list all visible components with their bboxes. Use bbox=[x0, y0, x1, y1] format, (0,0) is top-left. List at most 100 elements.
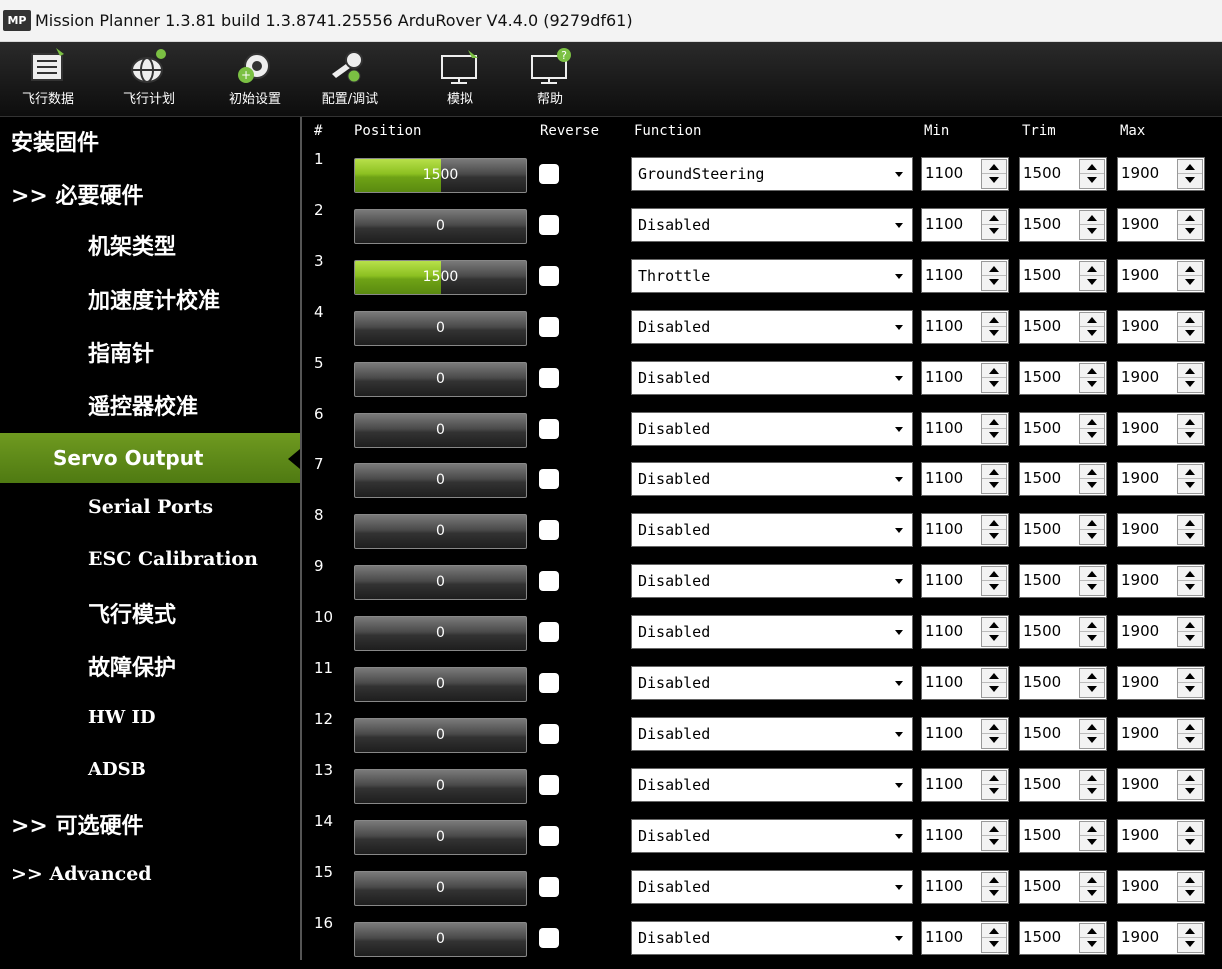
trim-spinner[interactable]: 1500 bbox=[1019, 869, 1107, 904]
spin-down-icon[interactable] bbox=[1185, 940, 1195, 947]
min-spinner-value[interactable]: 1100 bbox=[925, 826, 963, 844]
spin-down-icon[interactable] bbox=[989, 380, 999, 387]
spin-down-icon[interactable] bbox=[1087, 838, 1097, 845]
sidebar-item-advanced[interactable]: >> Advanced bbox=[11, 863, 152, 885]
spin-down-icon[interactable] bbox=[1185, 380, 1195, 387]
spin-down-icon[interactable] bbox=[989, 940, 999, 947]
spinner-buttons[interactable] bbox=[1079, 311, 1105, 342]
toolbar-flight-data-button[interactable]: 飞行数据 bbox=[6, 46, 90, 107]
spin-up-icon[interactable] bbox=[1087, 316, 1097, 323]
trim-spinner[interactable]: 1500 bbox=[1019, 462, 1107, 497]
function-select[interactable]: Disabled bbox=[631, 716, 913, 751]
max-spinner-value[interactable]: 1900 bbox=[1121, 928, 1159, 946]
spinner-buttons[interactable] bbox=[1079, 922, 1105, 953]
chevron-down-icon[interactable] bbox=[886, 514, 912, 547]
sidebar-item-adsb[interactable]: ADSB bbox=[88, 759, 146, 780]
spin-up-icon[interactable] bbox=[1185, 214, 1195, 221]
reverse-checkbox[interactable] bbox=[539, 520, 559, 541]
trim-spinner-value[interactable]: 1500 bbox=[1023, 317, 1061, 335]
sidebar-item-esc-calibration[interactable]: ESC Calibration bbox=[88, 548, 258, 570]
spin-up-icon[interactable] bbox=[1185, 367, 1195, 374]
spinner-buttons[interactable] bbox=[1177, 566, 1203, 597]
spin-up-icon[interactable] bbox=[1185, 418, 1195, 425]
trim-spinner[interactable]: 1500 bbox=[1019, 716, 1107, 751]
max-spinner-value[interactable]: 1900 bbox=[1121, 266, 1159, 284]
min-spinner[interactable]: 1100 bbox=[921, 920, 1009, 955]
spin-up-icon[interactable] bbox=[1185, 164, 1195, 170]
max-spinner-value[interactable]: 1900 bbox=[1121, 775, 1159, 793]
max-spinner-value[interactable]: 1900 bbox=[1121, 419, 1159, 437]
spin-down-icon[interactable] bbox=[989, 889, 999, 896]
spin-up-icon[interactable] bbox=[1087, 265, 1097, 272]
spin-up-icon[interactable] bbox=[1087, 520, 1097, 527]
spin-down-icon[interactable] bbox=[1185, 686, 1195, 692]
max-spinner-value[interactable]: 1900 bbox=[1121, 877, 1159, 895]
spinner-buttons[interactable] bbox=[981, 311, 1007, 342]
spinner-buttons[interactable] bbox=[1177, 362, 1203, 393]
max-spinner[interactable]: 1900 bbox=[1117, 818, 1205, 853]
min-spinner[interactable]: 1100 bbox=[921, 309, 1009, 344]
spin-down-icon[interactable] bbox=[1087, 482, 1097, 489]
spin-up-icon[interactable] bbox=[1087, 876, 1097, 883]
function-select[interactable]: Disabled bbox=[631, 462, 913, 497]
spinner-buttons[interactable] bbox=[1177, 922, 1203, 953]
spin-up-icon[interactable] bbox=[1185, 774, 1195, 781]
spinner-buttons[interactable] bbox=[1177, 209, 1203, 240]
min-spinner[interactable]: 1100 bbox=[921, 716, 1009, 751]
sidebar-item-hw-id[interactable]: HW ID bbox=[88, 707, 156, 728]
max-spinner[interactable]: 1900 bbox=[1117, 869, 1205, 904]
trim-spinner-value[interactable]: 1500 bbox=[1023, 266, 1061, 284]
min-spinner[interactable]: 1100 bbox=[921, 157, 1009, 191]
reverse-checkbox[interactable] bbox=[539, 367, 559, 388]
spin-down-icon[interactable] bbox=[989, 533, 999, 540]
chevron-down-icon[interactable] bbox=[886, 412, 912, 445]
reverse-checkbox[interactable] bbox=[539, 265, 559, 286]
min-spinner[interactable]: 1100 bbox=[921, 411, 1009, 446]
min-spinner-value[interactable]: 1100 bbox=[925, 469, 963, 487]
function-select[interactable]: Throttle bbox=[631, 258, 913, 293]
min-spinner-value[interactable]: 1100 bbox=[925, 266, 963, 284]
reverse-checkbox[interactable] bbox=[539, 469, 559, 490]
sidebar-item-failsafe[interactable]: 故障保护 bbox=[88, 650, 176, 682]
spin-down-icon[interactable] bbox=[1087, 431, 1097, 438]
spin-up-icon[interactable] bbox=[1185, 316, 1195, 323]
spin-up-icon[interactable] bbox=[989, 774, 999, 781]
spinner-buttons[interactable] bbox=[1177, 515, 1203, 546]
spin-down-icon[interactable] bbox=[1185, 787, 1195, 794]
spin-down-icon[interactable] bbox=[1087, 736, 1097, 743]
trim-spinner-value[interactable]: 1500 bbox=[1023, 469, 1061, 487]
trim-spinner-value[interactable]: 1500 bbox=[1023, 215, 1061, 233]
min-spinner-value[interactable]: 1100 bbox=[925, 419, 963, 437]
trim-spinner[interactable]: 1500 bbox=[1019, 157, 1107, 191]
spin-up-icon[interactable] bbox=[1087, 214, 1097, 221]
toolbar-simulation-button[interactable]: 模拟 bbox=[418, 46, 502, 107]
spinner-buttons[interactable] bbox=[1079, 260, 1105, 291]
sidebar-item-flight-modes[interactable]: 飞行模式 bbox=[88, 597, 176, 629]
toolbar-flight-plan-button[interactable]: 飞行计划 bbox=[107, 46, 191, 107]
reverse-checkbox[interactable] bbox=[539, 876, 559, 897]
spin-down-icon[interactable] bbox=[989, 635, 999, 642]
trim-spinner-value[interactable]: 1500 bbox=[1023, 622, 1061, 640]
spin-down-icon[interactable] bbox=[989, 787, 999, 794]
spin-down-icon[interactable] bbox=[1087, 177, 1097, 183]
min-spinner-value[interactable]: 1100 bbox=[925, 520, 963, 538]
trim-spinner[interactable]: 1500 bbox=[1019, 309, 1107, 344]
max-spinner-value[interactable]: 1900 bbox=[1121, 673, 1159, 691]
spin-down-icon[interactable] bbox=[1087, 686, 1097, 692]
spinner-buttons[interactable] bbox=[1079, 209, 1105, 240]
spin-down-icon[interactable] bbox=[1087, 584, 1097, 591]
spinner-buttons[interactable] bbox=[1177, 820, 1203, 851]
spin-down-icon[interactable] bbox=[989, 838, 999, 845]
trim-spinner-value[interactable]: 1500 bbox=[1023, 928, 1061, 946]
spinner-buttons[interactable] bbox=[981, 566, 1007, 597]
spin-up-icon[interactable] bbox=[989, 418, 999, 425]
function-select[interactable]: Disabled bbox=[631, 767, 913, 802]
sidebar-item-mandatory-hardware[interactable]: >> 必要硬件 bbox=[11, 178, 144, 210]
spin-up-icon[interactable] bbox=[989, 265, 999, 272]
sidebar-item-serial-ports[interactable]: Serial Ports bbox=[88, 496, 213, 518]
spinner-buttons[interactable] bbox=[1079, 871, 1105, 902]
function-select[interactable]: Disabled bbox=[631, 818, 913, 853]
max-spinner[interactable]: 1900 bbox=[1117, 309, 1205, 344]
min-spinner-value[interactable]: 1100 bbox=[925, 215, 963, 233]
min-spinner-value[interactable]: 1100 bbox=[925, 368, 963, 386]
